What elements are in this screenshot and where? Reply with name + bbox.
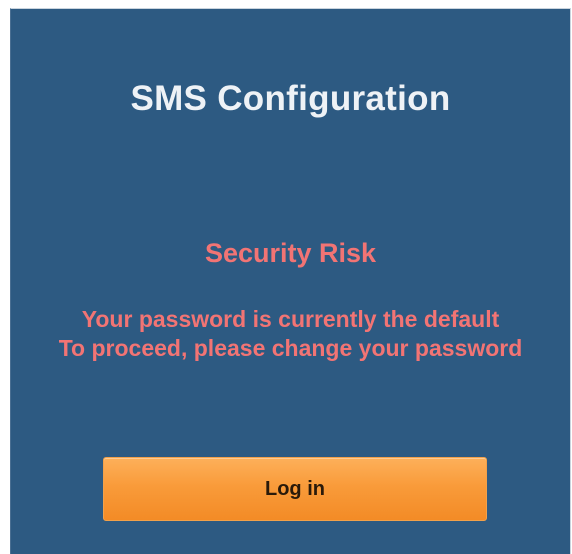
login-button[interactable]: Log in — [103, 457, 487, 521]
login-button-label: Log in — [265, 477, 325, 500]
change-password-instruction: To proceed, please change your password — [58, 335, 523, 361]
panel-title: SMS Configuration — [130, 79, 451, 118]
default-password-warning: Your password is currently the default — [81, 306, 500, 332]
security-risk-heading: Security Risk — [204, 238, 377, 268]
sms-configuration-panel: SMS Configuration Security Risk Your pas… — [10, 8, 571, 554]
page-frame: SMS Configuration Security Risk Your pas… — [0, 0, 572, 554]
